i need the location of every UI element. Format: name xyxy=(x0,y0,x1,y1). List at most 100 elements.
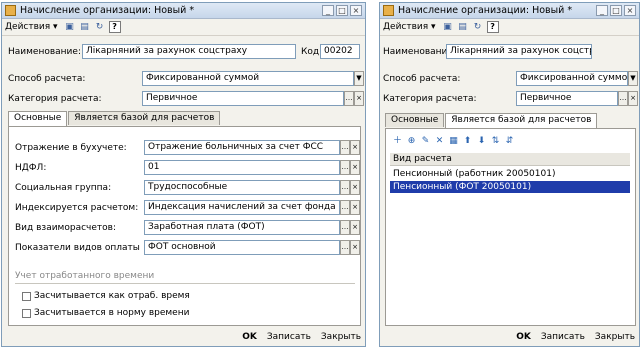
sort-desc-icon[interactable]: ⇵ xyxy=(504,136,515,147)
payment-indicators-input[interactable]: ФОТ основной xyxy=(144,240,340,255)
accounting-input[interactable]: Отражение больничных за счет ФСС xyxy=(144,140,340,155)
edit-icon[interactable]: ✎ xyxy=(420,136,431,147)
button-bar: OK Записать Закрыть xyxy=(2,328,365,346)
select-button[interactable]: … xyxy=(340,200,350,215)
indexation-input[interactable]: Индексация начислений за счет фонда соци… xyxy=(144,200,340,215)
minimize-button[interactable]: _ xyxy=(322,5,334,16)
button-bar: OK Записать Закрыть xyxy=(380,328,639,346)
add-copy-icon[interactable]: ⊕ xyxy=(406,136,417,147)
add-icon[interactable]: ＋ xyxy=(392,136,403,147)
field-label: НДФЛ: xyxy=(15,163,47,173)
field-label: Индексируется расчетом: xyxy=(15,203,139,213)
tab-strip: Основные Является базой для расчетов xyxy=(385,113,598,128)
code-input[interactable]: 00202 xyxy=(320,44,360,59)
category-input[interactable]: Первичное xyxy=(142,91,344,106)
close-window-button[interactable]: × xyxy=(624,5,636,16)
actions-menu[interactable]: Действия ▾ xyxy=(5,22,58,32)
save-button[interactable]: Записать xyxy=(541,332,585,342)
select-button[interactable]: … xyxy=(340,240,350,255)
worked-time-checkbox[interactable]: Засчитывается как отраб. время xyxy=(22,291,190,301)
select-button[interactable]: … xyxy=(340,140,350,155)
method-label: Способ расчета: xyxy=(383,74,461,84)
ndfl-input[interactable]: 01 xyxy=(144,160,340,175)
save-icon[interactable]: ▣ xyxy=(64,21,76,33)
refresh-icon[interactable]: ↻ xyxy=(94,21,106,33)
section-title: Учет отработанного времени xyxy=(15,271,155,281)
field-label: Отражение в бухучете: xyxy=(15,143,127,153)
clear-icon[interactable]: × xyxy=(628,91,638,106)
norm-time-checkbox[interactable]: Засчитывается в норму времени xyxy=(22,308,189,318)
chevron-down-icon[interactable]: ▼ xyxy=(628,71,638,86)
delete-icon[interactable]: ✕ xyxy=(434,136,445,147)
clear-icon[interactable]: × xyxy=(350,180,360,195)
title-bar: Начисление организации: Новый * _ □ × xyxy=(2,3,365,19)
tab-strip: Основные Является базой для расчетов xyxy=(8,111,221,126)
window-title: Начисление организации: Новый * xyxy=(398,5,573,16)
document-icon xyxy=(383,5,394,16)
close-window-button[interactable]: × xyxy=(350,5,362,16)
field-label: Показатели видов оплаты тр... xyxy=(15,243,141,253)
help-icon[interactable]: ? xyxy=(486,21,499,33)
save-button[interactable]: Записать xyxy=(267,332,311,342)
clear-icon[interactable]: × xyxy=(350,160,360,175)
clear-icon[interactable]: × xyxy=(350,140,360,155)
close-button[interactable]: Закрыть xyxy=(321,332,361,342)
fill-icon[interactable]: ▦ xyxy=(448,136,459,147)
settlement-type-input[interactable]: Заработная плата (ФОТ) xyxy=(144,220,340,235)
method-select[interactable]: Фиксированной суммой xyxy=(516,71,628,86)
maximize-button[interactable]: □ xyxy=(336,5,348,16)
ok-button[interactable]: OK xyxy=(242,332,257,342)
tab-main[interactable]: Основные xyxy=(385,113,445,127)
ok-button[interactable]: OK xyxy=(516,332,531,342)
maximize-button[interactable]: □ xyxy=(610,5,622,16)
select-button[interactable]: … xyxy=(340,220,350,235)
refresh-icon[interactable]: ↻ xyxy=(472,21,484,33)
select-button[interactable]: … xyxy=(340,160,350,175)
select-button[interactable]: … xyxy=(340,180,350,195)
title-bar: Начисление организации: Новый * _ □ × xyxy=(380,3,639,19)
actions-menu[interactable]: Действия ▾ xyxy=(383,22,436,32)
column-header[interactable]: Вид расчета xyxy=(390,153,630,166)
chevron-down-icon[interactable]: ▼ xyxy=(354,71,364,86)
close-button[interactable]: Закрыть xyxy=(595,332,635,342)
field-label: Вид взаиморасчетов: xyxy=(15,223,116,233)
tab-base[interactable]: Является базой для расчетов xyxy=(68,111,221,125)
social-group-input[interactable]: Трудоспособные xyxy=(144,180,340,195)
help-icon[interactable]: ? xyxy=(108,21,121,33)
category-label: Категория расчета: xyxy=(383,94,477,104)
method-select[interactable]: Фиксированной суммой xyxy=(142,71,354,86)
checkbox-box[interactable] xyxy=(22,308,31,318)
select-button[interactable]: … xyxy=(344,91,354,106)
left-window: Начисление организации: Новый * _ □ × Де… xyxy=(1,2,366,347)
move-down-icon[interactable]: ⬇ xyxy=(476,136,487,147)
code-label: Код: xyxy=(301,47,323,57)
checkbox-box[interactable] xyxy=(22,291,31,301)
checkbox-label: Засчитывается в норму времени xyxy=(34,308,190,318)
tab-main[interactable]: Основные xyxy=(8,111,68,126)
clear-icon[interactable]: × xyxy=(354,91,364,106)
copy-icon[interactable]: ▤ xyxy=(457,21,469,33)
method-label: Способ расчета: xyxy=(8,74,86,84)
category-label: Категория расчета: xyxy=(8,94,102,104)
clear-icon[interactable]: × xyxy=(350,220,360,235)
copy-icon[interactable]: ▤ xyxy=(79,21,91,33)
save-icon[interactable]: ▣ xyxy=(442,21,454,33)
sort-asc-icon[interactable]: ⇅ xyxy=(490,136,501,147)
list-item[interactable]: Пенсионный (работник 20050101) xyxy=(390,168,630,180)
list-toolbar: ＋ ⊕ ✎ ✕ ▦ ⬆ ⬇ ⇅ ⇵ xyxy=(392,136,518,147)
clear-icon[interactable]: × xyxy=(350,200,360,215)
category-input[interactable]: Первичное xyxy=(516,91,618,106)
name-input[interactable]: Лікарняний за рахунок соцстраху xyxy=(82,44,296,59)
select-button[interactable]: … xyxy=(618,91,628,106)
toolbar: Действия ▾ ▣ ▤ ↻ ? xyxy=(2,19,365,36)
name-input[interactable]: Лікарняний за рахунок соцстраху xyxy=(446,44,592,59)
checkbox-label: Засчитывается как отраб. время xyxy=(34,291,190,301)
tab-base[interactable]: Является базой для расчетов xyxy=(445,113,598,128)
toolbar: Действия ▾ ▣ ▤ ↻ ? xyxy=(380,19,639,36)
document-icon xyxy=(5,5,16,16)
clear-icon[interactable]: × xyxy=(350,240,360,255)
minimize-button[interactable]: _ xyxy=(596,5,608,16)
move-up-icon[interactable]: ⬆ xyxy=(462,136,473,147)
right-window: Начисление организации: Новый * _ □ × Де… xyxy=(379,2,640,347)
list-item-selected[interactable]: Пенсионный (ФОТ 20050101) xyxy=(390,181,630,193)
